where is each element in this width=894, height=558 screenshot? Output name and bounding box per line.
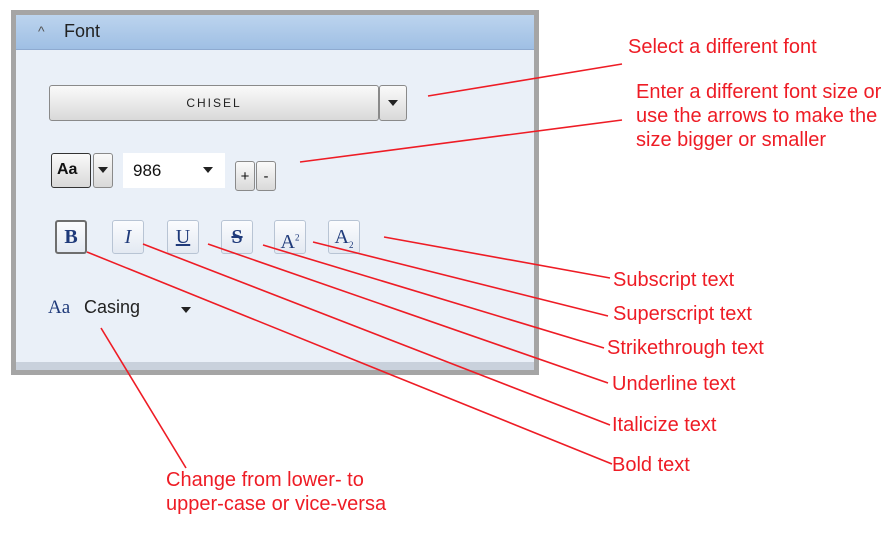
annotation-underline: Underline text	[612, 373, 736, 395]
annotation-italicize: Italicize text	[612, 414, 717, 436]
annotation-strikethrough: Strikethrough text	[607, 337, 764, 359]
annotation-casing: Change from lower- to upper-case or vice…	[166, 469, 387, 515]
leader-line-font-size	[299, 119, 623, 163]
annotation-subscript: Subscript text	[613, 269, 735, 291]
leader-line-subscript	[383, 236, 611, 279]
leader-line-italic	[142, 243, 611, 426]
annotation-select-font: Select a different font	[628, 36, 817, 58]
annotation-superscript: Superscript text	[613, 303, 752, 325]
leader-line-underline	[207, 243, 609, 384]
annotation-bold: Bold text	[612, 454, 690, 476]
annotation-font-size: Enter a different font size or use the a…	[636, 81, 882, 151]
leader-line-bold	[86, 251, 613, 465]
leader-line-font-select	[427, 63, 623, 97]
leader-line-casing	[100, 327, 187, 469]
leader-line-strikethrough	[262, 244, 605, 349]
